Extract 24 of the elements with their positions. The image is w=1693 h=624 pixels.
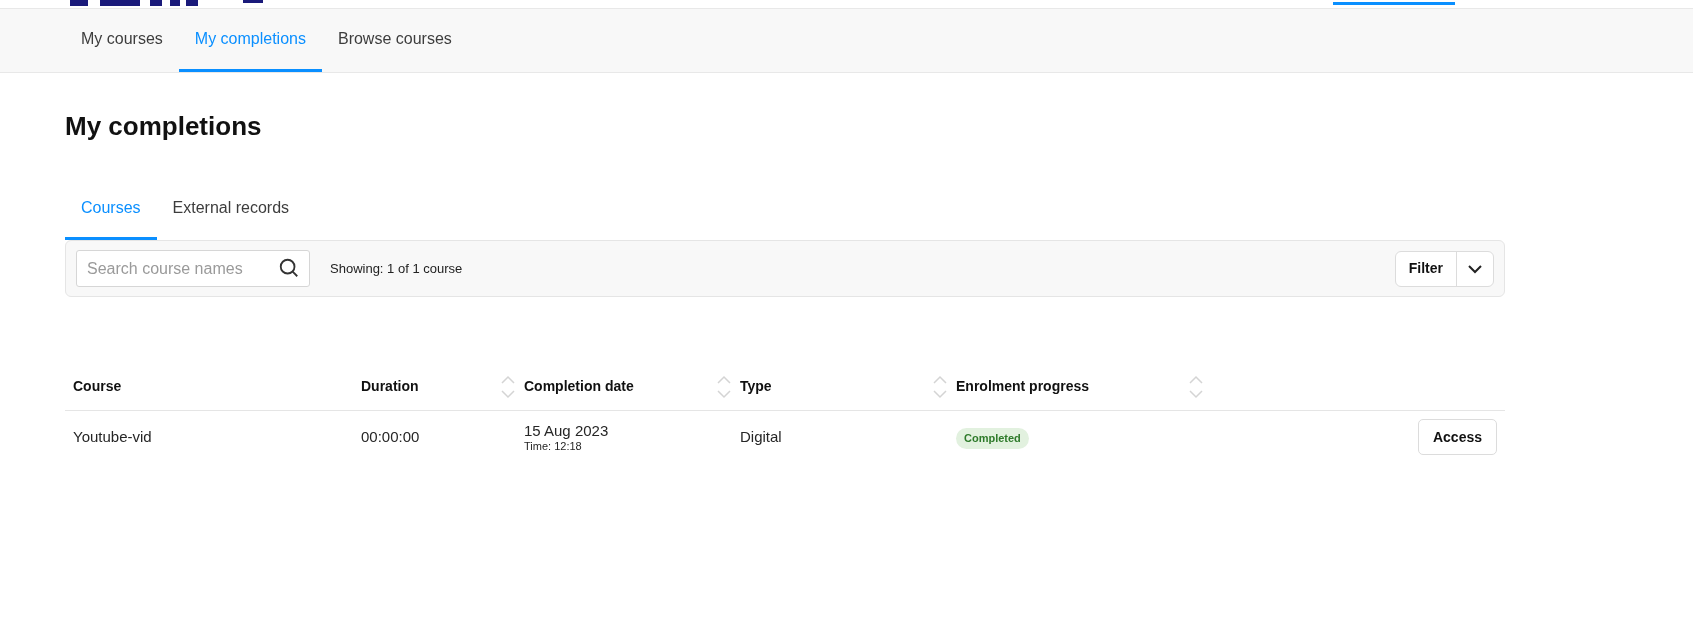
time-label: Time: 12:18 — [524, 439, 583, 453]
table-cell: Youtube-vid — [73, 428, 152, 445]
search-field[interactable]: Search course names — [76, 250, 310, 287]
chevron-down-icon — [1467, 263, 1483, 274]
table-cell-text: 15 Aug 2023 — [524, 421, 610, 440]
search-icon — [278, 257, 300, 279]
tab[interactable]: External records — [156, 178, 306, 240]
sort-icon[interactable] — [1188, 373, 1204, 400]
column-header: Type — [740, 377, 772, 396]
status-badge: Completed — [956, 428, 1029, 449]
column-header: Completion date — [524, 377, 634, 396]
table-cell: Digital — [740, 428, 782, 445]
column-header: Duration — [361, 377, 419, 396]
sort-icon[interactable] — [500, 373, 516, 400]
column-header: Enrolment progress — [956, 377, 1090, 396]
sort-icon[interactable] — [932, 373, 948, 400]
result-count: Showing: 1 of 1 course — [330, 259, 463, 278]
table-cell: 00:00:00 — [361, 428, 420, 445]
page-title: My completions — [65, 110, 263, 143]
nav-tab[interactable]: Browse courses — [321, 9, 468, 72]
access-button[interactable]: Access — [1417, 419, 1497, 455]
sort-icon[interactable] — [716, 373, 732, 400]
column-header: Course — [73, 377, 122, 396]
nav-tab[interactable]: My courses — [65, 9, 179, 72]
